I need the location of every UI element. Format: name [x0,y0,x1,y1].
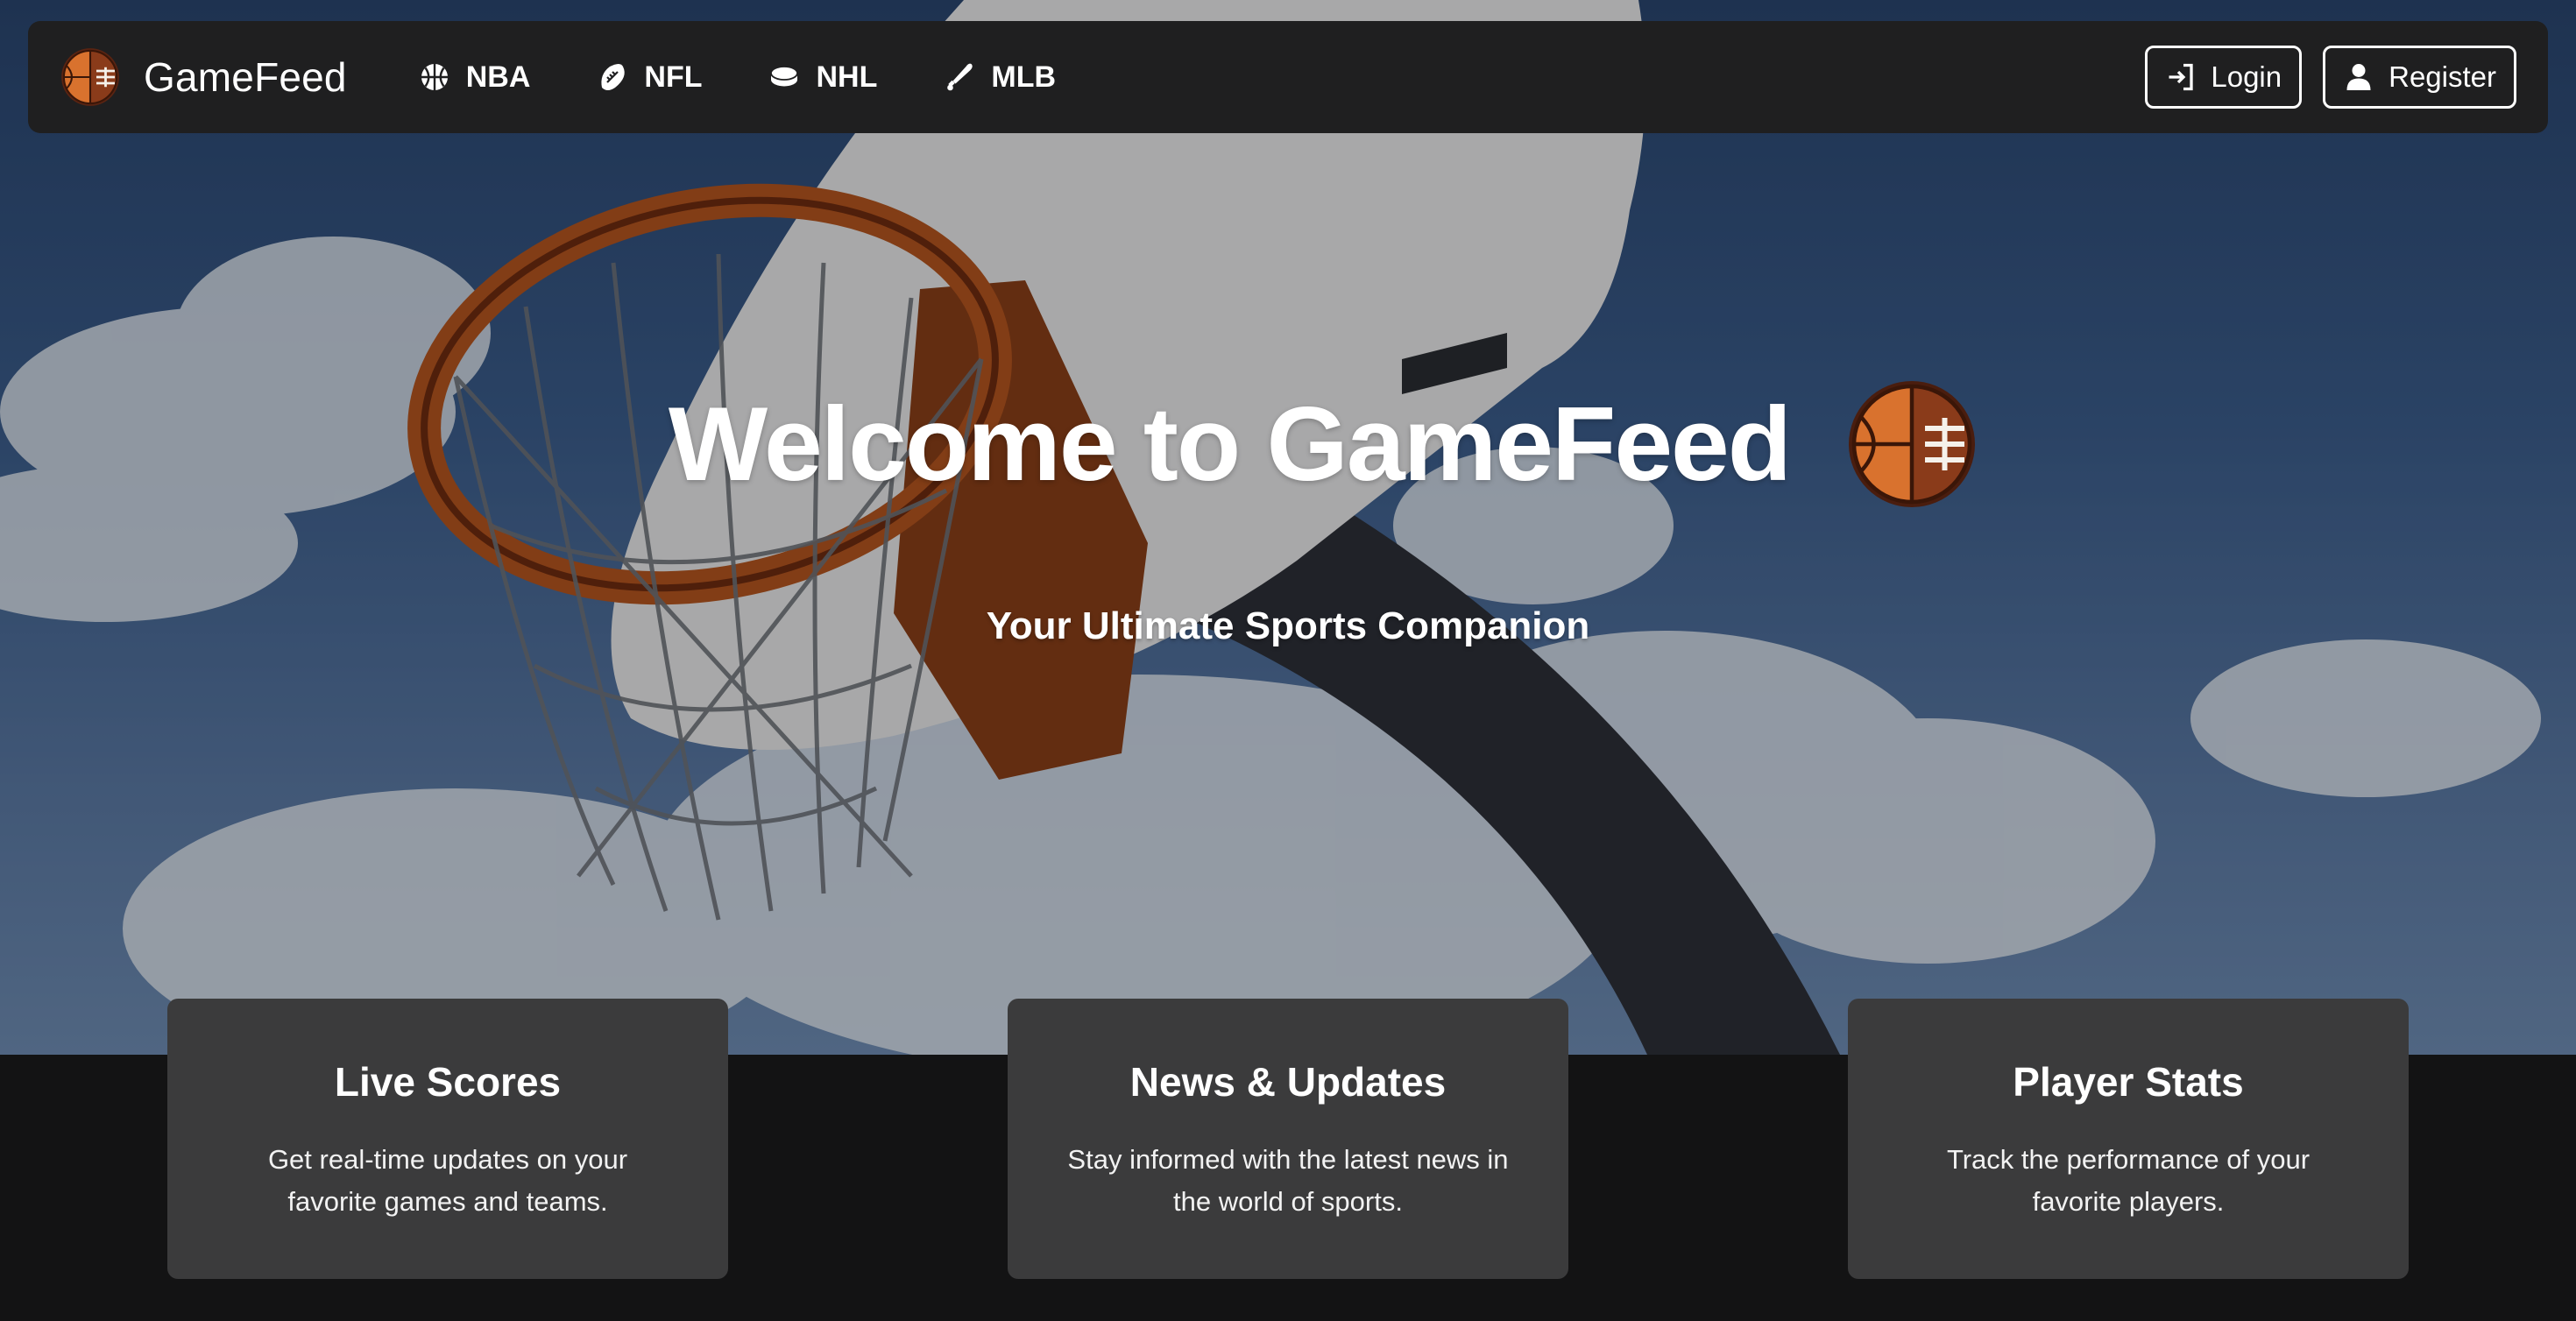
login-icon [2169,63,2194,91]
hero-overlay [0,0,2576,1055]
basketball-icon [421,64,448,90]
sport-nav: NBA NFL NHL MLB [386,42,1089,112]
football-icon [601,64,626,90]
feature-card-title: News & Updates [1129,1059,1447,1105]
hero-title: Welcome to GameFeed [668,385,1792,503]
brand[interactable]: GameFeed [60,46,347,108]
top-navbar: GameFeed NBA NFL NHL MLB Login Register [28,21,2548,133]
hockey-puck-icon [770,66,799,87]
feature-card-player-stats[interactable]: Player Stats Track the performance of yo… [1848,999,2409,1279]
feature-card-live-scores[interactable]: Live Scores Get real-time updates on you… [167,999,728,1279]
baseball-bat-icon [947,63,973,91]
hero-title-row: Welcome to GameFeed [0,378,2576,510]
nav-link-label: NBA [465,60,531,94]
user-icon [2346,64,2371,90]
feature-card-text: Stay informed with the latest news in th… [1067,1144,1509,1217]
feature-card-title: Player Stats [2013,1059,2244,1105]
feature-card-news-updates[interactable]: News & Updates Stay informed with the la… [1008,999,1568,1279]
nav-link-label: NHL [816,60,878,94]
register-label: Register [2388,60,2496,93]
hero-subtitle: Your Ultimate Sports Companion [986,604,1590,647]
hero-background [0,0,2576,1055]
gamefeed-logo-icon [61,48,119,106]
feature-card-text: Track the performance of your favorite p… [1946,1144,2311,1217]
nav-link-nhl[interactable]: NHL [735,42,910,112]
nav-link-nfl[interactable]: NFL [563,42,735,112]
nav-link-label: MLB [991,60,1057,94]
nav-link-label: NFL [644,60,703,94]
register-button[interactable]: Register [2323,46,2516,109]
brand-name: GameFeed [144,54,347,100]
login-button[interactable]: Login [2145,46,2303,109]
gamefeed-logo-icon [1849,381,1976,507]
login-label: Login [2211,60,2282,93]
nav-link-nba[interactable]: NBA [386,42,564,112]
auth-buttons: Login Register [2145,46,2516,109]
feature-card-title: Live Scores [334,1059,562,1105]
feature-card-text: Get real-time updates on your favorite g… [267,1144,628,1217]
nav-link-mlb[interactable]: MLB [910,42,1089,112]
